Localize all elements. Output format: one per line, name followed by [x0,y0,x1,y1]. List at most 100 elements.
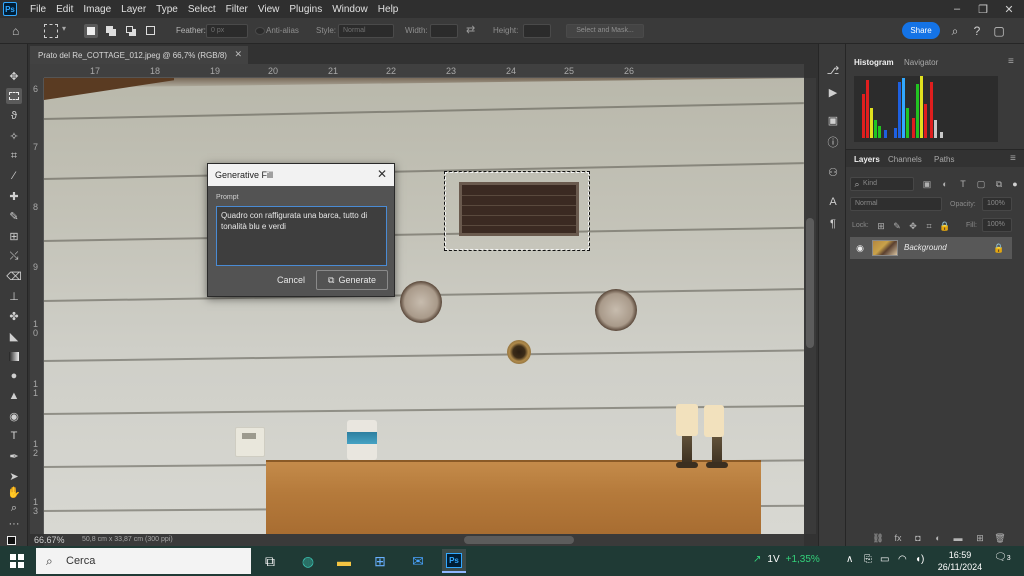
feather-input[interactable]: 0 px [206,24,248,38]
close-icon[interactable]: ✕ [375,167,389,181]
filter-adjustment-icon[interactable]: ◐ [940,179,950,189]
menu-help[interactable]: Help [373,4,404,15]
menu-filter[interactable]: Filter [221,4,253,15]
filter-toggle-icon[interactable]: ● [1010,179,1020,189]
prompt-input[interactable]: Quadro con raffigurata una barca, tutto … [216,206,387,266]
dodge-tool-icon[interactable]: ▲ [6,388,22,404]
tab-histogram[interactable]: Histogram [854,58,894,67]
microsoft-store-icon[interactable]: ⊞ [368,549,392,573]
notification-icon[interactable]: 🗨3 [994,552,1011,563]
close-window-icon[interactable]: ✕ [996,0,1022,18]
tray-chevron-icon[interactable]: ∧ [846,554,853,565]
blur-tool-icon[interactable]: ● [6,368,22,384]
history-panel-icon[interactable]: ⎇ [825,62,841,78]
lock-icon[interactable]: 🔒 [993,243,1004,253]
document-tab[interactable]: Prato del Re_COTTAGE_012.jpeg @ 66,7% (R… [30,46,248,64]
clone-stamp-tool-icon[interactable]: ⊞ [6,228,22,244]
panel-menu-icon[interactable]: ≡ [1010,153,1016,164]
opacity-input[interactable]: 100% [982,197,1012,211]
swap-icon[interactable]: ⇄ [466,23,475,36]
marquee-preset-icon[interactable] [44,24,58,38]
height-input[interactable] [523,24,551,38]
menu-plugins[interactable]: Plugins [284,4,327,15]
eye-icon[interactable]: ◉ [855,243,865,253]
mail-icon[interactable]: ✉ [406,549,430,573]
scroll-thumb[interactable] [806,218,814,348]
filter-shape-icon[interactable]: ▢ [976,179,986,189]
stock-widget[interactable]: ↗ 1V +1,35% [753,554,820,565]
filter-smart-object-icon[interactable]: ⧉ [994,179,1004,189]
rectangular-marquee-tool-icon[interactable] [6,88,22,104]
file-explorer-icon[interactable]: ▬ [332,549,356,573]
system-clock[interactable]: 16:59 26/11/2024 [936,549,984,573]
background-eraser-tool-icon[interactable]: ◣ [6,328,22,344]
photoshop-taskbar-icon[interactable]: Ps [442,549,466,573]
dropdown-chevron-icon[interactable]: ▾ [62,24,76,38]
properties-panel-icon[interactable]: ⚇ [825,164,841,180]
more-tools-icon[interactable]: ··· [6,516,22,532]
tab-channels[interactable]: Channels [888,155,922,164]
wifi-icon[interactable]: ◠ [898,554,907,565]
path-selection-tool-icon[interactable]: ➤ [6,468,22,484]
pen-tool-icon[interactable]: ✒ [6,448,22,464]
hand-tool-icon[interactable]: ✋ [6,484,22,500]
actions-panel-icon[interactable]: ▶ [825,84,841,100]
menu-select[interactable]: Select [183,4,221,15]
fill-input[interactable]: 100% [982,218,1012,232]
menu-file[interactable]: File [25,4,51,15]
move-tool-icon[interactable]: ✥ [6,68,22,84]
spot-healing-tool-icon[interactable]: ✚ [6,188,22,204]
tab-paths[interactable]: Paths [934,155,954,164]
add-selection-icon[interactable] [104,24,118,38]
help-icon[interactable]: ? [970,24,984,38]
paragraph-panel-icon[interactable]: ¶ [825,216,841,232]
windows-start-icon[interactable] [10,554,24,568]
adjustment-layer-icon[interactable]: ◐ [932,532,944,544]
style-select[interactable]: Normal [338,24,394,38]
document-canvas[interactable] [44,78,804,534]
select-and-mask-button[interactable]: Select and Mask... [566,24,644,38]
maximize-icon[interactable]: ❐ [970,0,996,18]
stamp-tool-icon[interactable]: ⊥ [6,288,22,304]
magic-wand-tool-icon[interactable]: ✧ [6,128,22,144]
tab-layers[interactable]: Layers [854,155,880,164]
blend-mode-select[interactable]: Normal [850,197,942,211]
type-tool-icon[interactable]: T [6,428,22,444]
zoom-level[interactable]: 66.67% [34,535,65,545]
lasso-tool-icon[interactable]: ϑ [6,108,22,124]
width-input[interactable] [430,24,458,38]
panel-menu-icon[interactable]: ≡ [1008,56,1014,67]
menu-view[interactable]: View [253,4,285,15]
marquee-selection[interactable] [444,171,590,251]
lock-artboard-icon[interactable]: ⌗ [924,221,934,231]
character-panel-icon[interactable]: A [825,194,841,210]
subtract-selection-icon[interactable] [124,24,138,38]
lock-image-icon[interactable]: ✎ [892,221,902,231]
group-icon[interactable]: ▬ [952,532,964,544]
history-brush-tool-icon[interactable]: ⤯ [6,248,22,264]
tab-navigator[interactable]: Navigator [904,58,938,67]
filter-pixel-icon[interactable]: ▣ [922,179,932,189]
menu-image[interactable]: Image [78,4,116,15]
taskbar-search-input[interactable]: ⌕ Cerca [36,548,251,574]
lock-transparent-icon[interactable]: ⊞ [876,221,886,231]
menu-edit[interactable]: Edit [51,4,78,15]
cancel-button[interactable]: Cancel [276,272,306,288]
workspace-icon[interactable]: ▢ [992,24,1006,38]
antialias-checkbox[interactable] [255,27,265,35]
eraser-tool-icon[interactable]: ⌫ [6,268,22,284]
menu-window[interactable]: Window [327,4,373,15]
brush-tool-icon[interactable]: ✎ [6,208,22,224]
home-icon[interactable]: ⌂ [12,24,26,38]
new-selection-icon[interactable] [84,24,98,38]
crop-tool-icon[interactable]: ⌗ [6,148,22,164]
delete-layer-icon[interactable]: 🗑 [994,532,1006,544]
minimize-icon[interactable]: – [944,0,970,18]
menu-type[interactable]: Type [151,4,183,15]
libraries-panel-icon[interactable]: ▣ [825,112,841,128]
link-layers-icon[interactable]: ⛓ [872,532,884,544]
vertical-scrollbar[interactable] [804,78,816,534]
gradient-tool-icon[interactable] [6,348,22,364]
eyedropper-tool-icon[interactable]: ⁄ [6,168,22,184]
battery-icon[interactable]: ▭ [880,554,889,565]
